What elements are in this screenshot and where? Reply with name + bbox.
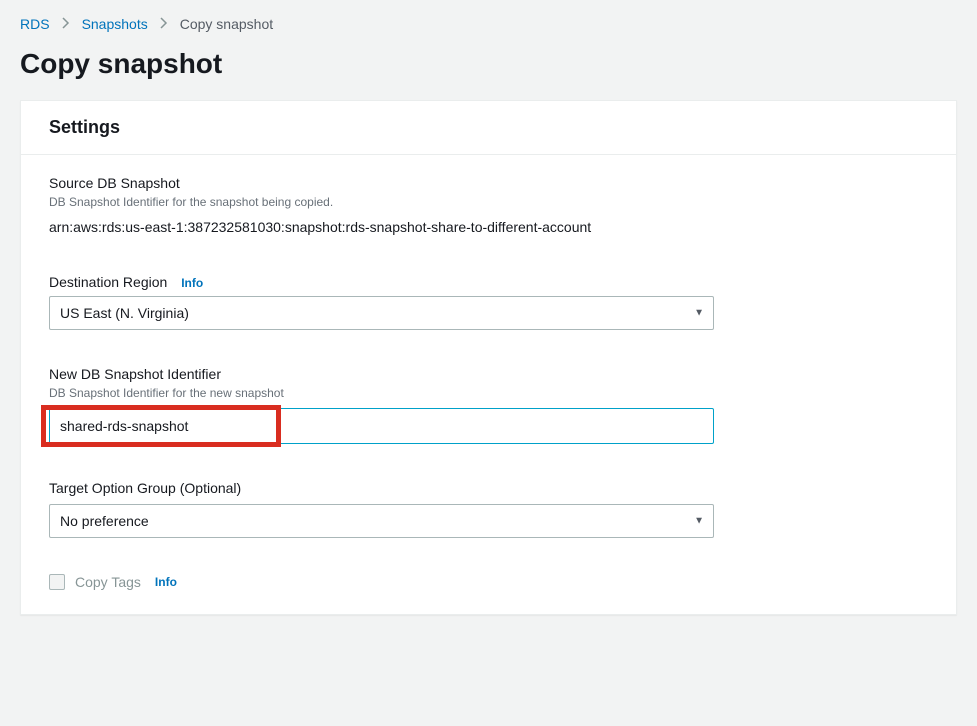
dest-region-label-text: Destination Region xyxy=(49,274,167,290)
breadcrumb-snapshots[interactable]: Snapshots xyxy=(82,16,148,32)
destination-region-field: Destination Region Info US East (N. Virg… xyxy=(49,274,928,330)
copy-tags-field: Copy Tags Info xyxy=(49,574,928,590)
option-group-field: Target Option Group (Optional) No prefer… xyxy=(49,480,928,538)
destination-region-select[interactable]: US East (N. Virginia) xyxy=(49,296,714,330)
dest-region-info-link[interactable]: Info xyxy=(181,276,203,290)
source-value: arn:aws:rds:us-east-1:387232581030:snaps… xyxy=(49,217,709,238)
option-group-value: No preference xyxy=(60,513,149,529)
breadcrumb: RDS Snapshots Copy snapshot xyxy=(0,0,977,40)
copy-tags-checkbox[interactable] xyxy=(49,574,65,590)
chevron-right-icon xyxy=(160,17,168,32)
breadcrumb-current: Copy snapshot xyxy=(180,16,273,32)
panel-header: Settings xyxy=(21,101,956,155)
new-id-desc: DB Snapshot Identifier for the new snaps… xyxy=(49,386,928,400)
new-id-label: New DB Snapshot Identifier xyxy=(49,366,928,382)
dest-region-value: US East (N. Virginia) xyxy=(60,305,189,321)
option-group-select[interactable]: No preference xyxy=(49,504,714,538)
option-group-label: Target Option Group (Optional) xyxy=(49,480,928,496)
copy-tags-label: Copy Tags xyxy=(75,574,141,590)
breadcrumb-rds[interactable]: RDS xyxy=(20,16,50,32)
new-identifier-field: New DB Snapshot Identifier DB Snapshot I… xyxy=(49,366,928,444)
source-label: Source DB Snapshot xyxy=(49,175,928,191)
new-snapshot-identifier-input[interactable] xyxy=(49,408,714,444)
page-title: Copy snapshot xyxy=(0,40,977,100)
copy-tags-info-link[interactable]: Info xyxy=(155,575,177,589)
panel-title: Settings xyxy=(49,117,928,138)
chevron-right-icon xyxy=(62,17,70,32)
source-snapshot-field: Source DB Snapshot DB Snapshot Identifie… xyxy=(49,175,928,238)
settings-panel: Settings Source DB Snapshot DB Snapshot … xyxy=(20,100,957,615)
source-desc: DB Snapshot Identifier for the snapshot … xyxy=(49,195,928,209)
dest-region-label: Destination Region Info xyxy=(49,274,928,290)
